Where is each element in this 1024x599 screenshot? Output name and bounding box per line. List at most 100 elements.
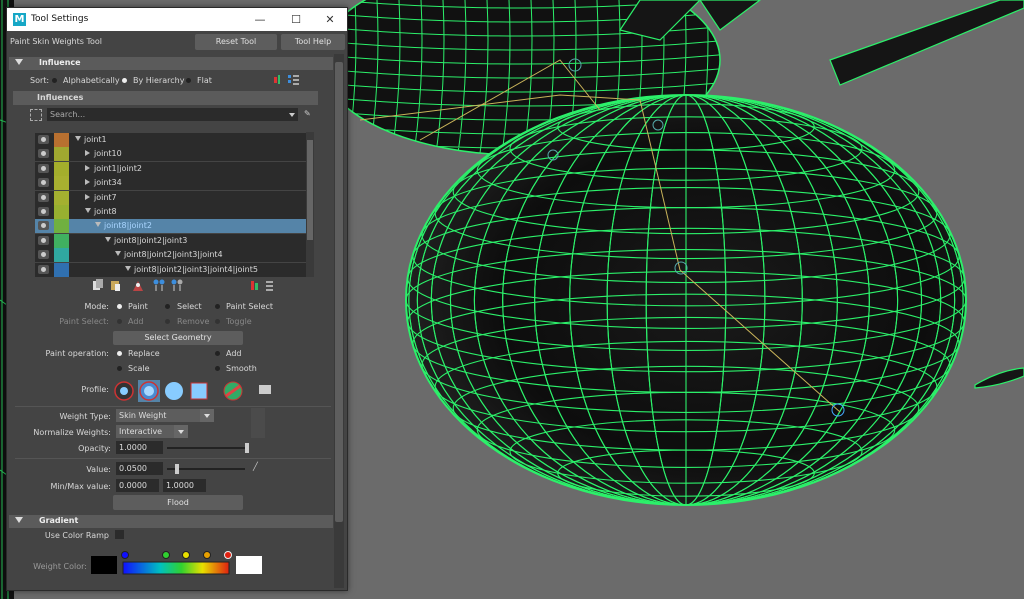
expand-arrow-down-icon[interactable] [115, 251, 121, 257]
influence-section-header[interactable]: Influence [9, 57, 333, 70]
weight-color-ramp[interactable] [121, 550, 233, 576]
influence-search-input[interactable]: Search... [47, 108, 298, 121]
opacity-slider-knob[interactable] [245, 443, 249, 453]
sort-alphabetically-radio[interactable] [52, 78, 57, 83]
weight-color-min-swatch[interactable] [91, 556, 117, 574]
expand-arrow-down-icon[interactable] [75, 136, 81, 141]
joint-color-swatch[interactable] [54, 133, 69, 147]
weight-color-max-swatch[interactable] [236, 556, 262, 574]
eye-icon[interactable] [38, 235, 49, 245]
profile-square-icon[interactable] [188, 380, 210, 402]
expand-arrow-down-icon[interactable] [95, 222, 101, 228]
profile-file-brush-icon[interactable] [222, 380, 244, 402]
eye-icon[interactable] [38, 149, 49, 159]
profile-soft-icon[interactable] [138, 380, 160, 402]
value-field[interactable]: 0.0500 [116, 462, 163, 475]
close-button[interactable]: ✕ [315, 11, 345, 28]
eye-icon[interactable] [38, 207, 49, 216]
influence-list-thumb[interactable] [307, 140, 313, 240]
expand-arrow-right-icon[interactable] [85, 164, 90, 171]
sort-by-hierarchy-radio[interactable] [122, 78, 127, 83]
value-slider-knob[interactable] [174, 464, 179, 474]
sort-option-label: By Hierarchy [133, 76, 185, 85]
search-dropdown-icon[interactable] [289, 113, 295, 117]
joint-row[interactable]: joint8|joint2 [35, 219, 313, 235]
expand-arrow-down-icon[interactable] [85, 208, 91, 213]
joint-row[interactable]: joint7 [35, 190, 313, 206]
joint-color-swatch[interactable] [54, 262, 69, 277]
eye-icon[interactable] [38, 250, 49, 260]
influence-tools-icons[interactable] [93, 279, 313, 293]
joint-color-swatch[interactable] [54, 205, 69, 219]
folder-icon[interactable] [259, 385, 271, 394]
scrollbar-thumb[interactable] [335, 62, 343, 522]
reset-tool-button[interactable]: Reset Tool [195, 34, 277, 50]
joint-row[interactable]: joint8|joint2|joint3|joint4|joint5 [35, 262, 313, 278]
mode-paint-select-radio[interactable] [215, 304, 220, 309]
paint-select-toggle-radio[interactable] [215, 319, 220, 324]
paint-op-scale-radio[interactable] [117, 366, 122, 371]
profile-label: Profile: [81, 385, 109, 394]
search-options-icon[interactable]: ✎ [304, 109, 311, 118]
joint-color-swatch[interactable] [54, 248, 69, 263]
joint-row[interactable]: joint1 [35, 133, 313, 148]
joint-row[interactable]: joint8 [35, 205, 313, 220]
joint-row[interactable]: joint34 [35, 176, 313, 192]
opacity-slider-track[interactable] [167, 447, 247, 449]
window-scrollbar[interactable] [334, 54, 344, 588]
mode-paint-radio[interactable] [117, 304, 122, 309]
collapse-arrow-icon [15, 59, 23, 65]
sort-flat-radio[interactable] [186, 78, 191, 83]
joint-color-swatch[interactable] [54, 147, 69, 162]
normalize-weights-dropdown[interactable]: Interactive [116, 425, 188, 438]
joint-row[interactable]: joint8|joint2|joint3|joint4 [35, 248, 313, 264]
gradient-section-header[interactable]: Gradient [9, 515, 333, 528]
eye-icon[interactable] [38, 264, 49, 274]
joint-row[interactable]: joint10 [35, 147, 313, 163]
mode-select-radio[interactable] [165, 304, 170, 309]
paint-op-smooth-radio[interactable] [215, 366, 220, 371]
tool-header-row: Paint Skin Weights Tool Reset Tool Tool … [7, 32, 347, 52]
min-value-field[interactable]: 0.0000 [116, 479, 159, 492]
expand-arrow-right-icon[interactable] [85, 150, 90, 157]
opacity-field[interactable]: 1.0000 [116, 441, 163, 454]
influence-list-scrollbar[interactable] [306, 132, 314, 277]
select-geometry-button[interactable]: Select Geometry [113, 331, 243, 345]
maximize-button[interactable]: ☐ [281, 11, 311, 28]
joint-name: joint8|joint2|joint3|joint4|joint5 [134, 264, 258, 274]
joint-color-swatch[interactable] [54, 161, 69, 176]
expand-arrow-down-icon[interactable] [105, 236, 111, 242]
paint-select-remove-radio[interactable] [165, 319, 170, 324]
expand-arrow-right-icon[interactable] [85, 193, 90, 200]
paint-op-replace-radio[interactable] [117, 351, 122, 356]
joint-color-swatch[interactable] [54, 219, 69, 234]
joint-color-swatch[interactable] [54, 190, 69, 205]
sort-toolbar-icons[interactable] [274, 74, 314, 86]
max-value-field[interactable]: 1.0000 [163, 479, 206, 492]
minimize-button[interactable]: — [245, 11, 275, 28]
eye-icon[interactable] [38, 192, 49, 202]
expand-arrow-down-icon[interactable] [125, 265, 131, 271]
eye-icon[interactable] [38, 163, 49, 173]
joint-row[interactable]: joint8|joint2|joint3 [35, 233, 313, 249]
profile-solid-icon[interactable] [163, 380, 185, 402]
joint-color-swatch[interactable] [54, 233, 69, 248]
joint-row[interactable]: joint1|joint2 [35, 161, 313, 177]
eye-icon[interactable] [38, 221, 49, 231]
eyedropper-icon[interactable]: ╱ [253, 462, 258, 471]
use-color-ramp-checkbox[interactable] [115, 530, 124, 539]
eye-icon[interactable] [38, 135, 49, 144]
tool-help-button[interactable]: Tool Help [281, 34, 345, 50]
select-icon[interactable] [30, 109, 42, 121]
paint-op-add-radio[interactable] [215, 351, 220, 356]
title-bar[interactable]: M Tool Settings — ☐ ✕ [7, 8, 347, 31]
expand-arrow-right-icon[interactable] [85, 179, 90, 186]
influence-list[interactable]: joint1 joint10 joint1|joint2 joint34 joint7 j… [7, 130, 317, 278]
flood-button[interactable]: Flood [113, 495, 243, 510]
paint-select-add-radio[interactable] [117, 319, 122, 324]
weight-type-dropdown[interactable]: Skin Weight [116, 409, 214, 422]
profile-gaussian-icon[interactable] [113, 380, 135, 402]
eye-icon[interactable] [38, 178, 49, 188]
joint-color-swatch[interactable] [54, 176, 69, 191]
window-title: Tool Settings [31, 14, 89, 24]
